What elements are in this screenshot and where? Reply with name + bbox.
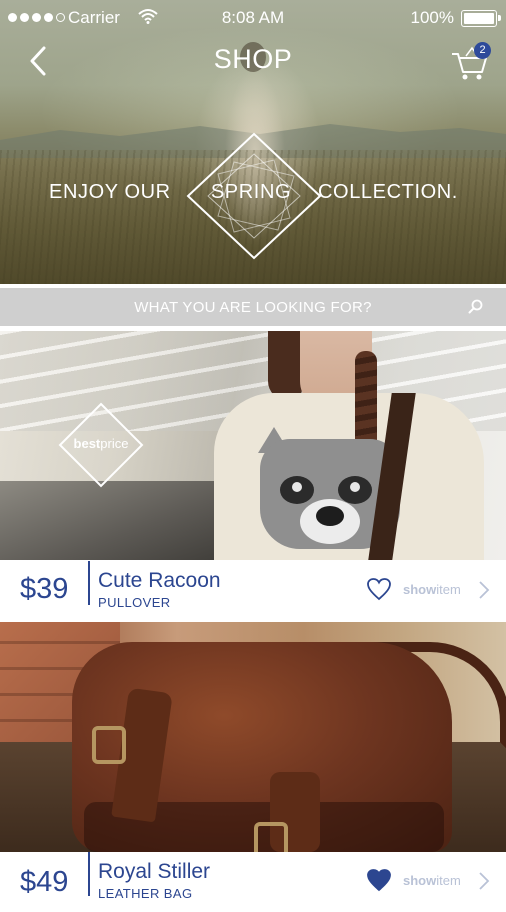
product-price: $49 — [20, 866, 69, 898]
product-image-leather-bag[interactable] — [0, 622, 506, 852]
promo-banner[interactable]: ENJOY OUR SPRING COLLECTION. — [0, 130, 506, 260]
racoon-eye-right — [338, 476, 372, 504]
show-bold: show — [403, 582, 437, 597]
badge-bold: best — [73, 436, 101, 451]
badge-rest: price — [100, 436, 129, 451]
product-price: $39 — [20, 573, 69, 605]
search-placeholder: WHAT YOU ARE LOOKING FOR? — [134, 299, 372, 316]
show-bold: show — [403, 873, 437, 888]
bag-buckle-left — [92, 726, 126, 764]
product-category: LEATHER BAG — [98, 886, 193, 901]
product-name: Royal Stiller — [98, 860, 211, 883]
hero-banner[interactable]: Carrier 8:08 AM 100% SHOP 2 ENJOY OUR SP… — [0, 0, 506, 284]
product-category: PULLOVER — [98, 595, 171, 610]
status-bar: Carrier 8:08 AM 100% — [0, 0, 506, 36]
page-title: SHOP — [213, 44, 293, 74]
chevron-right-icon[interactable] — [477, 871, 491, 891]
bag-buckle-right — [254, 822, 288, 852]
price-divider — [88, 852, 90, 896]
product-info-row[interactable]: $49 Royal Stiller LEATHER BAG showitem — [0, 852, 506, 912]
heart-icon[interactable] — [366, 868, 392, 892]
best-price-label: bestprice — [58, 436, 144, 451]
product-info-row[interactable]: $39 Cute Racoon PULLOVER showitem — [0, 561, 506, 621]
battery-icon — [461, 10, 501, 27]
show-item-link[interactable]: showitem — [403, 582, 461, 597]
heart-icon[interactable] — [366, 577, 392, 601]
promo-text-right: COLLECTION. — [318, 181, 458, 203]
moving-walkway — [0, 481, 230, 560]
chevron-right-icon[interactable] — [477, 580, 491, 600]
racoon-nose — [316, 506, 344, 526]
model-hair — [268, 331, 302, 401]
show-rest: item — [436, 582, 461, 597]
show-rest: item — [436, 873, 461, 888]
promo-text-spring: SPRING — [210, 181, 292, 203]
show-item-link[interactable]: showitem — [403, 873, 461, 888]
battery-percent: 100% — [410, 8, 454, 27]
price-divider — [88, 561, 90, 605]
racoon-eye-left — [280, 476, 314, 504]
cart-count-badge: 2 — [474, 42, 491, 59]
product-name: Cute Racoon — [98, 569, 221, 592]
search-icon[interactable] — [467, 298, 485, 316]
promo-text-left: ENJOY OUR — [49, 181, 171, 203]
search-input[interactable]: WHAT YOU ARE LOOKING FOR? — [0, 288, 506, 326]
